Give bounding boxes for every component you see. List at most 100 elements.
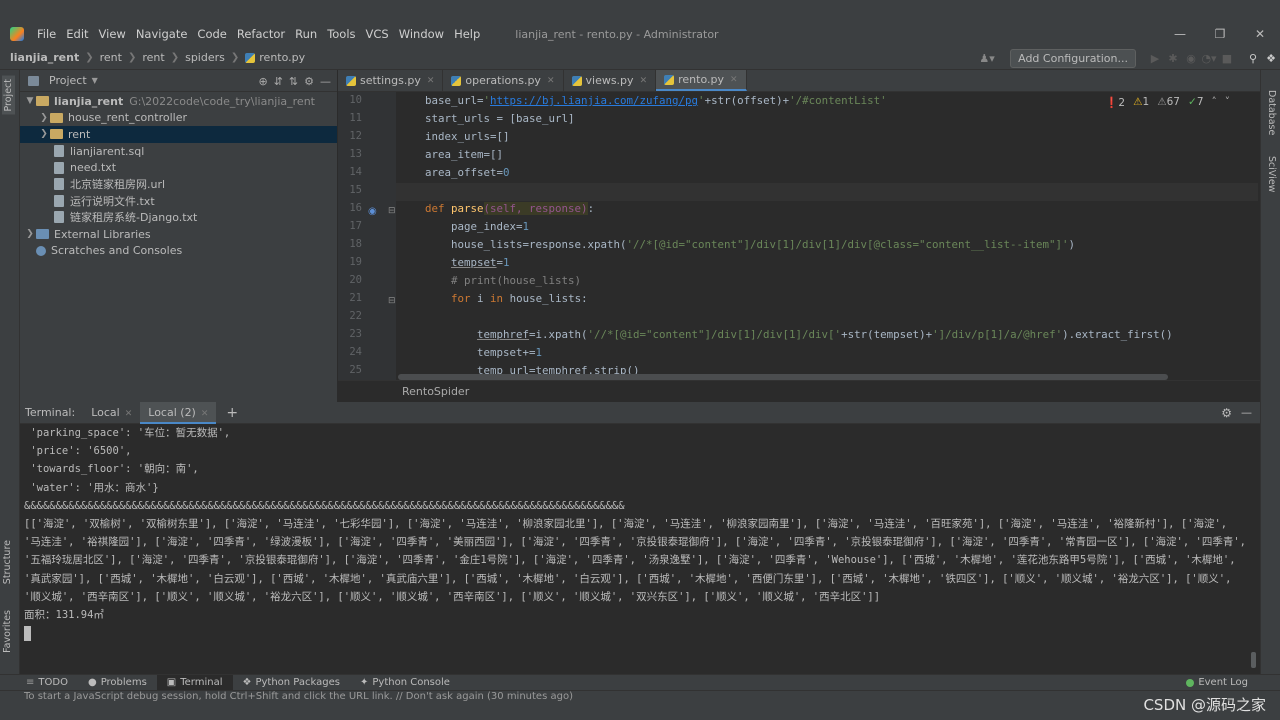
gear-icon[interactable]: ⚙ xyxy=(1221,406,1232,420)
todo-tab[interactable]: ≡ TODO xyxy=(0,675,78,691)
fold-icon[interactable]: ⊟ xyxy=(388,296,396,306)
minimize-icon[interactable]: — xyxy=(1160,22,1200,46)
tree-item-url[interactable]: 北京链家租房网.url xyxy=(20,176,337,193)
tree-item-house-rent-controller[interactable]: ❯ house_rent_controller xyxy=(20,110,337,127)
python-packages-tab[interactable]: ❖ Python Packages xyxy=(233,675,350,691)
editor-breadcrumb[interactable]: RentoSpider xyxy=(338,380,1260,402)
menu-edit[interactable]: Edit xyxy=(61,27,93,41)
close-tab-icon[interactable]: ✕ xyxy=(427,76,435,86)
terminal-tab-local[interactable]: Local ✕ xyxy=(83,402,140,424)
line-number-gutter: 10 11 12 13 14 15 16 17 18 19 20 21 22 2… xyxy=(338,92,396,380)
tool-window-bar: ≡ TODO ● Problems ▣ Terminal ❖ Python Packag… xyxy=(0,674,1280,691)
tab-settings[interactable]: settings.py ✕ xyxy=(338,70,444,91)
tree-item-sql[interactable]: lianjiarent.sql xyxy=(20,143,337,160)
user-icon[interactable]: ♟▾ xyxy=(978,52,996,65)
ok-count[interactable]: ✓7 xyxy=(1188,96,1204,109)
close-tab-icon[interactable]: ✕ xyxy=(201,409,209,419)
code-line: area_offset=0 xyxy=(425,166,510,179)
warning-count[interactable]: ⚠1 xyxy=(1133,96,1149,109)
menu-help[interactable]: Help xyxy=(449,27,485,41)
menu-navigate[interactable]: Navigate xyxy=(131,27,193,41)
line-number: 18 xyxy=(349,238,362,250)
settings-icon[interactable]: ❖ xyxy=(1262,52,1280,65)
menu-file[interactable]: File xyxy=(32,27,61,41)
close-tab-icon[interactable]: ✕ xyxy=(730,75,738,85)
terminal-tab[interactable]: ▣ Terminal xyxy=(156,674,233,691)
collapse-all-icon[interactable]: ⇅ xyxy=(289,75,298,88)
menu-code[interactable]: Code xyxy=(192,27,231,41)
dropdown-arrow-icon[interactable]: ▼ xyxy=(92,76,98,85)
project-view-icon xyxy=(28,75,39,86)
terminal-tab-local-2[interactable]: Local (2) ✕ xyxy=(140,401,217,424)
debug-icon[interactable]: ✱ xyxy=(1164,52,1182,65)
stop-icon[interactable]: ■ xyxy=(1218,52,1236,65)
project-side-tab[interactable]: Project xyxy=(2,76,15,115)
tree-item-need[interactable]: need.txt xyxy=(20,159,337,176)
close-icon[interactable]: ✕ xyxy=(1240,22,1280,46)
coverage-icon[interactable]: ◉ xyxy=(1182,52,1200,65)
breadcrumb-spiders[interactable]: spiders xyxy=(185,51,225,64)
hide-icon[interactable]: — xyxy=(1241,406,1252,419)
gear-icon[interactable]: ⚙ xyxy=(304,75,314,88)
breadcrumb-file[interactable]: rento.py xyxy=(259,51,305,64)
folder-icon xyxy=(36,96,49,107)
breadcrumb-project[interactable]: lianjia_rent xyxy=(10,51,79,64)
expand-all-icon[interactable]: ⇵ xyxy=(274,75,283,88)
menu-tools[interactable]: Tools xyxy=(322,27,360,41)
favorites-side-tab[interactable]: Favorites xyxy=(2,610,13,653)
close-tab-icon[interactable]: ✕ xyxy=(547,76,555,86)
chevron-right-icon[interactable]: ❯ xyxy=(38,129,50,139)
tree-item-rent[interactable]: ❯ rent xyxy=(20,126,337,143)
run-icon[interactable]: ▶ xyxy=(1146,52,1164,65)
code-area[interactable]: base_url='https://bj.lianjia.com/zufang/… xyxy=(396,92,1258,380)
close-tab-icon[interactable]: ✕ xyxy=(125,409,133,419)
menu-run[interactable]: Run xyxy=(290,27,322,41)
code-line: base_url='https://bj.lianjia.com/zufang/… xyxy=(425,94,887,107)
problems-tab[interactable]: ● Problems xyxy=(78,675,157,691)
fold-icon[interactable]: ⊟ xyxy=(388,206,396,216)
sciview-side-tab[interactable]: SciView xyxy=(1266,156,1277,192)
terminal-scrollbar[interactable] xyxy=(1251,652,1256,668)
tab-rento[interactable]: rento.py ✕ xyxy=(656,70,747,91)
database-side-tab[interactable]: Database xyxy=(1266,90,1277,135)
python-console-tab[interactable]: ✦ Python Console xyxy=(350,675,460,691)
chevron-down-icon[interactable]: ˅ xyxy=(1225,96,1230,109)
locate-icon[interactable]: ⊕ xyxy=(258,75,267,88)
weak-warning-count[interactable]: ⚠67 xyxy=(1157,96,1180,109)
new-tab-icon[interactable]: + xyxy=(226,405,238,421)
search-icon[interactable]: ⚲ xyxy=(1244,52,1262,65)
tab-views[interactable]: views.py ✕ xyxy=(564,70,657,91)
event-log-tab[interactable]: Event Log xyxy=(1176,675,1258,691)
hide-icon[interactable]: — xyxy=(320,75,331,88)
project-view-selector[interactable]: Project xyxy=(49,74,87,87)
terminal-line: 'price': '6500', xyxy=(24,445,132,458)
inspection-widget[interactable]: ❗2 ⚠1 ⚠67 ✓7 ˄ ˅ xyxy=(1105,96,1230,109)
error-count[interactable]: ❗2 xyxy=(1105,96,1125,109)
chevron-right-icon[interactable]: ❯ xyxy=(38,113,50,123)
menu-vcs[interactable]: VCS xyxy=(361,27,394,41)
terminal-output[interactable]: 'parking_space': '车位：暂无数据', 'price': '65… xyxy=(24,424,1249,672)
menu-view[interactable]: View xyxy=(94,27,131,41)
tree-item-readme[interactable]: 运行说明文件.txt xyxy=(20,193,337,210)
menu-refactor[interactable]: Refactor xyxy=(232,27,290,41)
chevron-down-icon[interactable]: ▼ xyxy=(24,96,36,106)
tab-operations[interactable]: operations.py ✕ xyxy=(443,70,564,91)
chevron-up-icon[interactable]: ˄ xyxy=(1212,96,1217,109)
line-number: 15 xyxy=(349,184,362,196)
profile-icon[interactable]: ◔▾ xyxy=(1200,52,1218,65)
tree-item-django[interactable]: 链家租房系统-Django.txt xyxy=(20,209,337,226)
tree-item-label: house_rent_controller xyxy=(68,111,187,125)
menu-window[interactable]: Window xyxy=(394,27,449,41)
breadcrumb-rent[interactable]: rent xyxy=(100,51,122,64)
tree-item-external-libraries[interactable]: ❯ External Libraries xyxy=(20,226,337,243)
override-marker-icon[interactable]: ◉ xyxy=(368,206,377,217)
tree-item-scratches[interactable]: Scratches and Consoles xyxy=(20,242,337,259)
chevron-right-icon[interactable]: ❯ xyxy=(24,229,36,239)
add-configuration-button[interactable]: Add Configuration... xyxy=(1010,48,1136,68)
close-tab-icon[interactable]: ✕ xyxy=(640,76,648,86)
terminal-label: Terminal: xyxy=(25,406,76,419)
tree-root[interactable]: ▼ lianjia_rent G:\2022code\code_try\lianji… xyxy=(20,93,337,110)
structure-side-tab[interactable]: Structure xyxy=(2,540,13,584)
maximize-icon[interactable]: ❐ xyxy=(1200,22,1240,46)
breadcrumb-rent-inner[interactable]: rent xyxy=(142,51,164,64)
